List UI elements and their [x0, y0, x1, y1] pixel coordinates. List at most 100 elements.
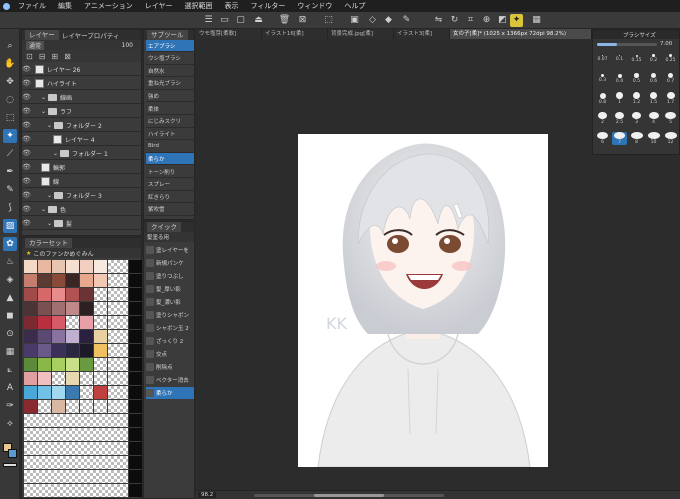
line-correct-icon[interactable]: ⟡: [3, 417, 17, 431]
tab-sub-tool[interactable]: サブツール: [147, 30, 188, 40]
rotate-icon[interactable]: ↻: [448, 14, 461, 27]
transform-icon[interactable]: ⬚: [322, 14, 335, 27]
quick-access-item[interactable]: 塗りつぶし: [146, 270, 194, 282]
deselect-icon[interactable]: ▣: [348, 14, 361, 27]
color-swatch-empty[interactable]: [24, 442, 128, 455]
color-swatch[interactable]: [38, 274, 51, 287]
menu-view[interactable]: 表示: [219, 1, 245, 11]
reference-icon[interactable]: ⊞: [51, 52, 58, 61]
color-swatch[interactable]: [80, 386, 93, 399]
quick-access-item[interactable]: ざっくり 2: [146, 335, 194, 347]
mask-icon[interactable]: ⊠: [64, 52, 71, 61]
new-file-icon[interactable]: ▭: [218, 14, 231, 27]
ruler-tool-icon[interactable]: ⟀: [3, 363, 17, 377]
text-icon[interactable]: A: [3, 381, 17, 395]
quick-access-item[interactable]: 髪_厚い影: [146, 283, 194, 295]
color-swatch[interactable]: [24, 344, 37, 357]
color-swatch-empty[interactable]: [108, 400, 128, 413]
tab-quick-access[interactable]: クイック: [147, 222, 181, 232]
color-swatch[interactable]: [24, 372, 37, 385]
doc-tab-3[interactable]: 背景完成.jpg[柔]: [328, 29, 394, 39]
brush-size-option[interactable]: 3: [629, 112, 644, 125]
layer-row[interactable]: 👁 ⌄ 髪: [22, 217, 141, 230]
save-icon[interactable]: ⏏: [252, 14, 265, 27]
eye-icon[interactable]: 👁: [22, 107, 31, 115]
lasso-icon[interactable]: ◌: [3, 93, 17, 107]
airbrush-icon[interactable]: ▨: [3, 219, 17, 233]
clip-icon[interactable]: ⊡: [26, 52, 33, 61]
brush-size-option[interactable]: 2.5: [612, 112, 627, 125]
eraser-icon[interactable]: ◇: [366, 14, 379, 27]
eye-icon[interactable]: 👁: [22, 177, 31, 185]
ruler-icon[interactable]: ◩: [496, 14, 509, 27]
color-swatch[interactable]: [94, 302, 107, 315]
color-swatch-empty[interactable]: [108, 358, 128, 371]
color-swatch[interactable]: [129, 428, 142, 441]
color-swatch-empty[interactable]: [108, 386, 128, 399]
color-swatch[interactable]: [129, 330, 142, 343]
brush-size-option[interactable]: 0.25: [663, 52, 678, 65]
color-swatch-empty[interactable]: [108, 316, 128, 329]
sub-tool-item[interactable]: 重ね光ブラシ: [146, 78, 194, 90]
brush-size-option[interactable]: 0.07: [595, 52, 610, 65]
sub-tool-item[interactable]: ウシ塩ブラシ: [146, 53, 194, 65]
color-swatch[interactable]: [66, 288, 79, 301]
menu-filter[interactable]: フィルター: [245, 1, 292, 11]
brush-size-option[interactable]: 0.8: [595, 92, 610, 105]
fill-icon[interactable]: ◆: [382, 14, 395, 27]
doc-tab-4[interactable]: イラスト3[柔]: [394, 29, 450, 39]
tab-color-set[interactable]: カラーセット: [25, 238, 72, 248]
layer-row[interactable]: 👁 ⌄ 線画: [22, 91, 141, 104]
color-swatch[interactable]: [38, 260, 51, 273]
color-swatch[interactable]: [66, 344, 79, 357]
color-swatch[interactable]: [129, 302, 142, 315]
eye-icon[interactable]: 👁: [22, 219, 31, 227]
color-swatch[interactable]: [24, 274, 37, 287]
color-swatch[interactable]: [94, 372, 107, 385]
color-swatch[interactable]: [129, 442, 142, 455]
color-swatch[interactable]: [80, 288, 93, 301]
color-swatch[interactable]: [52, 260, 65, 273]
color-swatch-empty[interactable]: [108, 344, 128, 357]
sub-tool-item[interactable]: 自然水: [146, 65, 194, 78]
brush-size-option[interactable]: 0.1: [612, 52, 627, 65]
brush-size-option[interactable]: 2: [595, 112, 610, 125]
fill-tool-icon[interactable]: ▲: [3, 291, 17, 305]
figure-icon[interactable]: ⊙: [3, 327, 17, 341]
clear-icon[interactable]: ⊠: [296, 14, 309, 27]
quick-access-set-select[interactable]: 髪塗る用: [144, 232, 194, 242]
color-swatch[interactable]: [129, 456, 142, 469]
color-swatch[interactable]: [94, 330, 107, 343]
doc-tab-2[interactable]: イラスト16[柔]: [262, 29, 328, 39]
eye-icon[interactable]: 👁: [22, 149, 31, 157]
flip-horizontal-icon[interactable]: ⇋: [432, 14, 445, 27]
menu-animation[interactable]: アニメーション: [78, 1, 139, 11]
menu-file[interactable]: ファイル: [12, 1, 52, 11]
brush-size-option[interactable]: 1.2: [629, 92, 644, 105]
brush-size-option[interactable]: 1.7: [663, 92, 678, 105]
layer-row[interactable]: 👁 レイヤー 26: [22, 63, 141, 76]
layer-row[interactable]: 👁 輪郭: [22, 161, 141, 174]
color-swatch-empty[interactable]: [24, 484, 128, 497]
color-swatch[interactable]: [52, 316, 65, 329]
color-swatch[interactable]: [24, 358, 37, 371]
color-swatch[interactable]: [94, 274, 107, 287]
hamburger-menu-icon[interactable]: ☰: [202, 14, 215, 27]
chevron-down-icon[interactable]: ⌄: [41, 94, 46, 101]
eye-icon[interactable]: 👁: [22, 191, 31, 199]
color-swatch[interactable]: [80, 344, 93, 357]
zoom-value[interactable]: 98.2: [198, 492, 217, 498]
magic-wand-icon[interactable]: ✦: [510, 14, 523, 27]
color-swatch-empty[interactable]: [24, 428, 128, 441]
color-swatch[interactable]: [94, 288, 107, 301]
color-swatch[interactable]: [66, 274, 79, 287]
layer-row[interactable]: 👁 レイヤー 4: [22, 133, 141, 146]
move-icon[interactable]: ✥: [3, 75, 17, 89]
pen-icon[interactable]: ✒: [3, 165, 17, 179]
color-swatch[interactable]: [52, 358, 65, 371]
color-swatch[interactable]: [66, 386, 79, 399]
color-swatch-empty[interactable]: [108, 302, 128, 315]
color-swatch[interactable]: [94, 358, 107, 371]
chevron-down-icon[interactable]: ⌄: [41, 206, 46, 213]
quick-access-item[interactable]: 塗りシャボン: [146, 309, 194, 321]
